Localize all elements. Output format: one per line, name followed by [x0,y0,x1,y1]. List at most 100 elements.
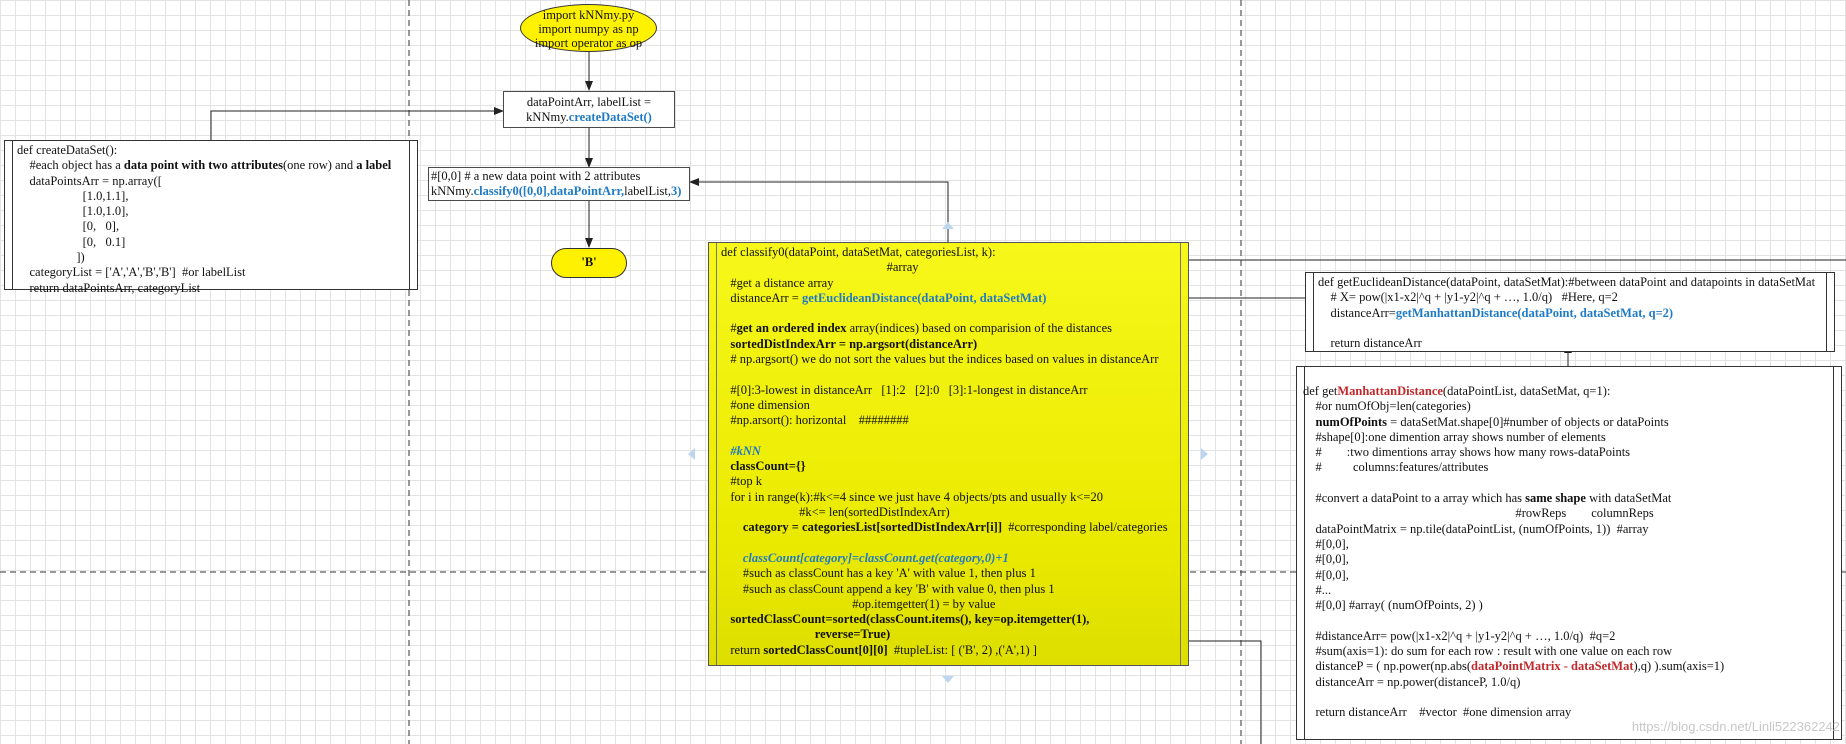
code-segment: ]) [17,250,85,265]
code-segment: dataPointMatrix = np.tile(dataPointList,… [1303,521,1649,536]
import-line: import kNNmy.py [542,8,635,22]
euclidean-distance-function[interactable]: def getEuclideanDistance(dataPoint, data… [1305,272,1835,352]
code-segment: #or numOfObj=len(categories) [1303,399,1471,414]
code-line: sortedDistIndexArr = np.argsort(distance… [721,337,1174,352]
selection-handle-top[interactable] [942,222,954,229]
code-segment: #shape[0]:one dimention array shows numb… [1303,429,1606,444]
code-segment: data point with two attributes [123,158,283,173]
manhattan-distance-code: def getManhattanDistance(dataPointList, … [1303,384,1827,721]
code-segment: # :two dimentions array shows how many r… [1303,445,1631,460]
code-line: [1.0,1.1], [17,189,403,204]
code-line: #kNN [721,444,1174,459]
code-segment: #... [1303,582,1332,597]
load-dataset-step[interactable]: dataPointArr, labelList = kNNmy.createDat… [503,91,675,128]
classify-call-text: #[0,0] # a new data point with 2 attribu… [431,169,689,200]
code-segment: distanceArr= [1318,305,1396,320]
code-line: classCount[category]=classCount.get(cate… [721,551,1174,566]
code-line: #[0,0], [1303,537,1827,552]
code-segment: dataPointsArr = np.array([ [17,173,162,188]
connector-classify-bottom [1189,640,1262,744]
code-segment: ManhattanDistance [1337,384,1443,398]
classify0-code: def classify0(dataPoint, dataSetMat, cat… [721,245,1174,658]
code-line: dataPointMatrix = np.tile(dataPointList,… [1303,522,1827,537]
code-line: #each object has a data point with two a… [17,158,403,173]
code-line: #sum(axis=1): do sum for each row : resu… [1303,644,1827,659]
selection-handle-left[interactable] [688,448,695,460]
code-segment: a label [356,158,392,173]
code-line: #np.arsort(): horizontal ######## [721,413,1174,428]
start-node-imports[interactable]: import kNNmy.py import numpy as np impor… [520,4,657,52]
code-segment: #convert a dataPoint to a array which ha… [1303,491,1526,506]
code-segment: #one dimension [721,397,810,412]
code-segment: def getEuclideanDistance(dataPoint, data… [1318,275,1816,289]
end-node-result[interactable]: 'B' [551,248,627,278]
code-segment: #such as classCount append a key 'B' wit… [721,581,1055,596]
code-line: [1.0,1.0], [17,204,403,219]
code-line: #[0,0] #array( (numOfPoints, 2) ) [1303,598,1827,613]
manhattan-distance-function[interactable]: def getManhattanDistance(dataPointList, … [1296,366,1842,740]
code-segment: [0, 0.1] [17,234,126,249]
code-segment: sortedDistIndexArr = np.argsort(distance… [721,336,978,351]
code-line: #array [721,260,1174,275]
code-segment: sortedClassCount[0][0] [763,642,888,657]
code-segment: classCount[category]=classCount.get(cate… [742,550,1009,565]
code-line: category = categoriesList[sortedDistInde… [721,520,1174,535]
code-segment: (one row) and [282,158,357,173]
code-segment: #get a distance array [721,275,834,290]
code-segment: # X= pow(|x1-x2|^q + |y1-y2|^q + …, 1.0/… [1318,290,1618,305]
code-line: dataPointsArr = np.array([ [17,174,403,189]
code-segment: distanceArr = np.power(distanceP, 1.0/q) [1303,674,1521,689]
code-line: def classify0(dataPoint, dataSetMat, cat… [721,245,1174,260]
code-segment: getEuclideanDistance(dataPoint, dataSetM… [801,290,1047,305]
code-segment: return distanceArr #vector #one dimensio… [1303,705,1572,720]
code-segment: for i in range(k):#k<=4 since we just ha… [721,489,1103,504]
selection-handle-bottom[interactable] [942,676,954,683]
code-line: reverse=True) [721,627,1174,642]
code-segment: same shape [1525,491,1586,506]
process-bar-right [1833,367,1841,739]
code-segment: #kNN [730,443,761,458]
create-dataset-function[interactable]: def createDataSet(): #each object has a … [4,140,418,295]
watermark-url: https://blog.csdn.net/Linli522362242 [1631,719,1840,734]
code-line: #such as classCount has a key 'A' with v… [721,566,1174,581]
code-line: return distanceArr [1318,336,1820,351]
code-segment: #[0,0] # a new data point with 2 attribu… [431,169,641,183]
code-segment: #array [721,260,919,275]
code-line: #[0,0], [1303,552,1827,567]
code-segment: classify0([0,0],dataPointArr, [473,184,625,199]
code-segment: distanceP = ( np.power(np.abs( [1303,659,1472,674]
code-segment: [0, 0], [17,219,120,234]
code-segment: with dataSetMat [1585,491,1672,506]
code-segment: createDataSet() [568,110,652,125]
code-segment: # [721,321,737,336]
code-segment: get an ordered index [736,321,847,336]
code-segment: getManhattanDistance(dataPoint, dataSetM… [1395,305,1674,320]
classify0-function[interactable]: def classify0(dataPoint, dataSetMat, cat… [708,242,1189,666]
code-segment: array(indices) based on comparision of t… [846,321,1113,336]
code-line: numOfPoints = dataSetMat.shape[0]#number… [1303,415,1827,430]
import-line: import numpy as np [538,22,639,36]
load-dataset-text: dataPointArr, labelList = kNNmy.createDat… [504,95,674,126]
import-line: import operator as op [534,36,643,50]
code-line: #[0]:3-lowest in distanceArr [1]:2 [2]:0… [721,383,1174,398]
arrow-classify-to-call [689,178,949,242]
code-line: [0, 0], [17,219,403,234]
classify-call-step[interactable]: #[0,0] # a new data point with 2 attribu… [428,167,690,201]
code-segment: #[0,0], [1303,536,1349,551]
process-bar-left [709,243,717,665]
code-segment: # np.argsort() we do not sort the values… [721,352,1159,367]
code-segment: return [721,642,764,657]
code-line: distanceArr = np.power(distanceP, 1.0/q) [1303,675,1827,690]
selection-handle-right[interactable] [1201,448,1208,460]
code-segment: ),q) ).sum(axis=1) [1633,659,1725,674]
code-line: #shape[0]:one dimention array shows numb… [1303,430,1827,445]
code-segment: #corresponding label/categories [1002,520,1168,535]
code-line: sortedClassCount=sorted(classCount.items… [721,612,1174,627]
